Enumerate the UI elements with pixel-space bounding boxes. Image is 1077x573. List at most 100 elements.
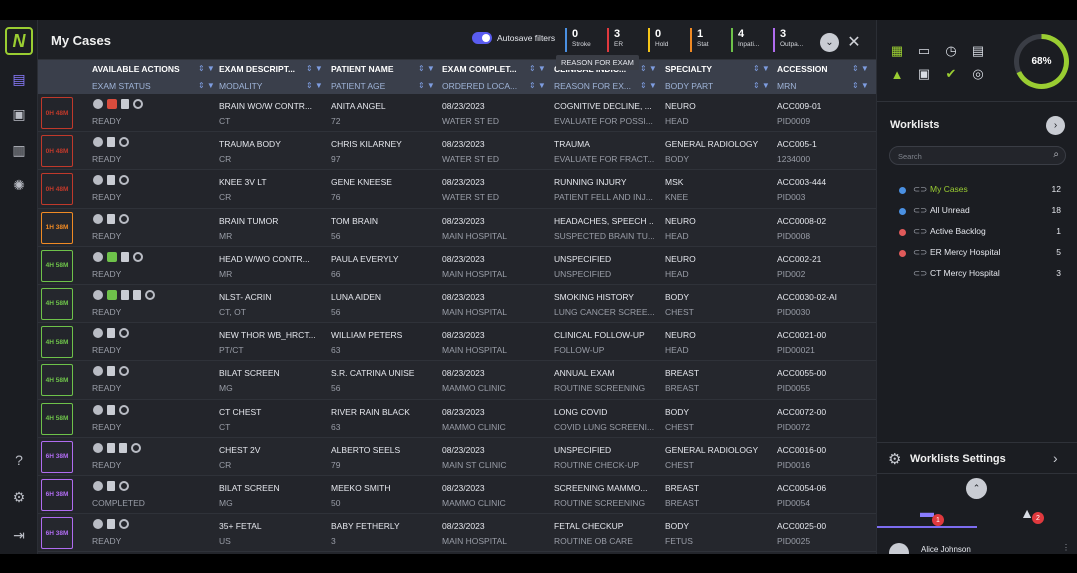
cases-icon[interactable]: ▤ <box>9 70 29 88</box>
table-row[interactable]: 0H 48M READY BRAIN WO/W CONTR... CT ANITA AN… <box>38 94 876 133</box>
globe-icon[interactable] <box>93 404 103 415</box>
table-row[interactable]: 0H 48M READY TRAUMA BODY CR CHRIS KILARNEY 97… <box>38 132 876 171</box>
more-icon[interactable]: ⋮ <box>1062 543 1070 552</box>
settings-icon[interactable]: ⚙ <box>9 488 29 506</box>
column-title[interactable]: SPECIALTY <box>665 64 712 74</box>
assign-icon[interactable]: ▦ <box>888 42 906 60</box>
share-icon[interactable] <box>107 99 117 109</box>
stat-3[interactable]: 1 Stat <box>690 28 709 52</box>
document-icon[interactable] <box>119 442 127 453</box>
target-icon[interactable]: ◎ <box>969 65 987 83</box>
column-subtitle[interactable]: PATIENT AGE <box>331 81 385 91</box>
globe-icon[interactable] <box>93 251 103 262</box>
worklists-next-icon[interactable]: › <box>1046 116 1065 135</box>
document-icon[interactable] <box>107 213 115 224</box>
document-icon[interactable] <box>121 289 129 300</box>
column-title[interactable]: EXAM DESCRIPT... <box>219 64 295 74</box>
worklist-item[interactable]: ⊂⊃ My Cases 12 <box>899 183 1069 199</box>
user-entry[interactable]: Alice Johnson ⋮ <box>889 539 1074 563</box>
sort-filter-icon[interactable]: ⇕ ▼ <box>753 81 770 90</box>
gear-icon[interactable] <box>119 328 129 339</box>
globe-icon[interactable] <box>93 289 103 300</box>
stat-5[interactable]: 3 Outpa... <box>773 28 803 52</box>
check-icon[interactable]: ✔ <box>942 65 960 83</box>
column-subtitle[interactable]: REASON FOR EX... <box>554 81 631 91</box>
worklist-item[interactable]: ⊂⊃ Active Backlog 1 <box>899 225 1069 241</box>
app-logo[interactable]: N <box>5 27 33 55</box>
sort-filter-icon[interactable]: ⇕ ▼ <box>529 81 546 90</box>
calendar-icon[interactable]: ▣ <box>9 105 29 123</box>
document-icon[interactable] <box>107 442 115 453</box>
sort-filter-icon[interactable]: ⇕ ▼ <box>852 64 869 73</box>
column-subtitle[interactable]: ORDERED LOCA... <box>442 81 517 91</box>
gear-icon[interactable] <box>131 442 141 453</box>
table-row[interactable]: 4H 58M READY NLST- ACRIN CT, OT LUNA AIDEN 56… <box>38 284 876 324</box>
sort-filter-icon[interactable]: ⇕ ▼ <box>640 64 657 73</box>
globe-icon[interactable] <box>93 99 103 109</box>
globe-icon[interactable] <box>93 328 103 339</box>
column-title[interactable]: EXAM COMPLET... <box>442 64 517 74</box>
help-icon[interactable]: ? <box>9 451 29 469</box>
table-row[interactable]: 6H 38M READY CHEST 2V CR ALBERTO SEELS 79 08/2… <box>38 437 876 476</box>
globe-icon[interactable] <box>93 213 103 224</box>
sort-filter-icon[interactable]: ⇕ ▼ <box>418 64 435 73</box>
education-icon[interactable]: ▲ <box>888 65 906 83</box>
table-row[interactable]: 0H 48M READY KNEE 3V LT CR GENE KNEESE 76 08/2… <box>38 170 876 209</box>
globe-icon[interactable] <box>93 137 103 148</box>
document-icon[interactable] <box>133 289 141 300</box>
column-subtitle[interactable]: EXAM STATUS <box>92 81 151 91</box>
gear-icon[interactable] <box>119 404 129 415</box>
gear-icon[interactable] <box>119 519 129 530</box>
stat-1[interactable]: 3 ER <box>607 28 623 52</box>
table-row[interactable]: 6H 38M READY 35+ FETAL US BABY FETHERLY 3 08/2… <box>38 514 876 553</box>
worklist-item[interactable]: ⊂⊃ CT Mercy Hospital 3 <box>899 267 1069 283</box>
table-row[interactable]: 4H 58M READY BILAT SCREEN MG S.R. CATRINA UN… <box>38 361 876 400</box>
document-icon[interactable] <box>107 480 115 491</box>
monitor-icon[interactable]: ▣ <box>915 65 933 83</box>
document-icon[interactable] <box>121 99 129 109</box>
sort-filter-icon[interactable]: ⇕ ▼ <box>418 81 435 90</box>
sort-filter-icon[interactable]: ⇕ ▼ <box>198 64 215 73</box>
stat-0[interactable]: 0 Stroke <box>565 28 591 52</box>
column-subtitle[interactable]: MODALITY <box>219 81 262 91</box>
share-icon[interactable] <box>107 289 117 300</box>
lightbulb-icon[interactable]: ✺ <box>9 176 29 194</box>
sort-filter-icon[interactable]: ⇕ ▼ <box>852 81 869 90</box>
stat-4[interactable]: 4 Inpati... <box>731 28 759 52</box>
report-icon[interactable]: ▤ <box>969 42 987 60</box>
globe-icon[interactable] <box>93 519 103 530</box>
table-row[interactable]: 1H 38M READY BRAIN TUMOR MR TOM BRAIN 56 08/23… <box>38 208 876 247</box>
document-icon[interactable] <box>107 519 115 530</box>
table-row[interactable]: 4H 58M READY HEAD W/WO CONTR... MR PAULA EVE… <box>38 246 876 285</box>
column-title[interactable]: PATIENT NAME <box>331 64 394 74</box>
globe-icon[interactable] <box>93 442 103 453</box>
gear-icon[interactable] <box>145 289 155 300</box>
column-title[interactable]: AVAILABLE ACTIONS <box>92 64 180 74</box>
sort-filter-icon[interactable]: ⇕ ▼ <box>529 64 546 73</box>
document-icon[interactable] <box>107 328 115 339</box>
document-icon[interactable] <box>107 404 115 415</box>
document-icon[interactable] <box>107 366 115 377</box>
gear-icon[interactable] <box>119 175 129 186</box>
document-icon[interactable] <box>107 137 115 148</box>
gear-icon[interactable] <box>119 137 129 148</box>
share-icon[interactable] <box>107 251 117 262</box>
worklist-item[interactable]: ⊂⊃ ER Mercy Hospital 5 <box>899 246 1069 262</box>
sort-filter-icon[interactable]: ⇕ ▼ <box>198 81 215 90</box>
column-subtitle[interactable]: BODY PART <box>665 81 713 91</box>
sort-filter-icon[interactable]: ⇕ ▼ <box>640 81 657 90</box>
logout-icon[interactable]: ⇥ <box>9 526 29 544</box>
timer-icon[interactable]: ◷ <box>942 42 960 60</box>
document-icon[interactable] <box>107 175 115 186</box>
analytics-icon[interactable]: ▥ <box>9 141 29 159</box>
globe-icon[interactable] <box>93 366 103 377</box>
table-row[interactable]: 4H 58M READY NEW THOR WB_HRCT... PT/CT WILLI… <box>38 323 876 362</box>
worklists-settings[interactable]: ⚙ Worklists Settings › <box>877 442 1077 474</box>
column-title[interactable]: ACCESSION <box>777 64 828 74</box>
document-icon[interactable] <box>121 251 129 262</box>
column-subtitle[interactable]: MRN <box>777 81 796 91</box>
autosave-toggle[interactable] <box>472 32 492 44</box>
search-input[interactable] <box>898 150 1038 162</box>
gear-icon[interactable] <box>119 213 129 224</box>
sort-filter-icon[interactable]: ⇕ ▼ <box>306 81 323 90</box>
